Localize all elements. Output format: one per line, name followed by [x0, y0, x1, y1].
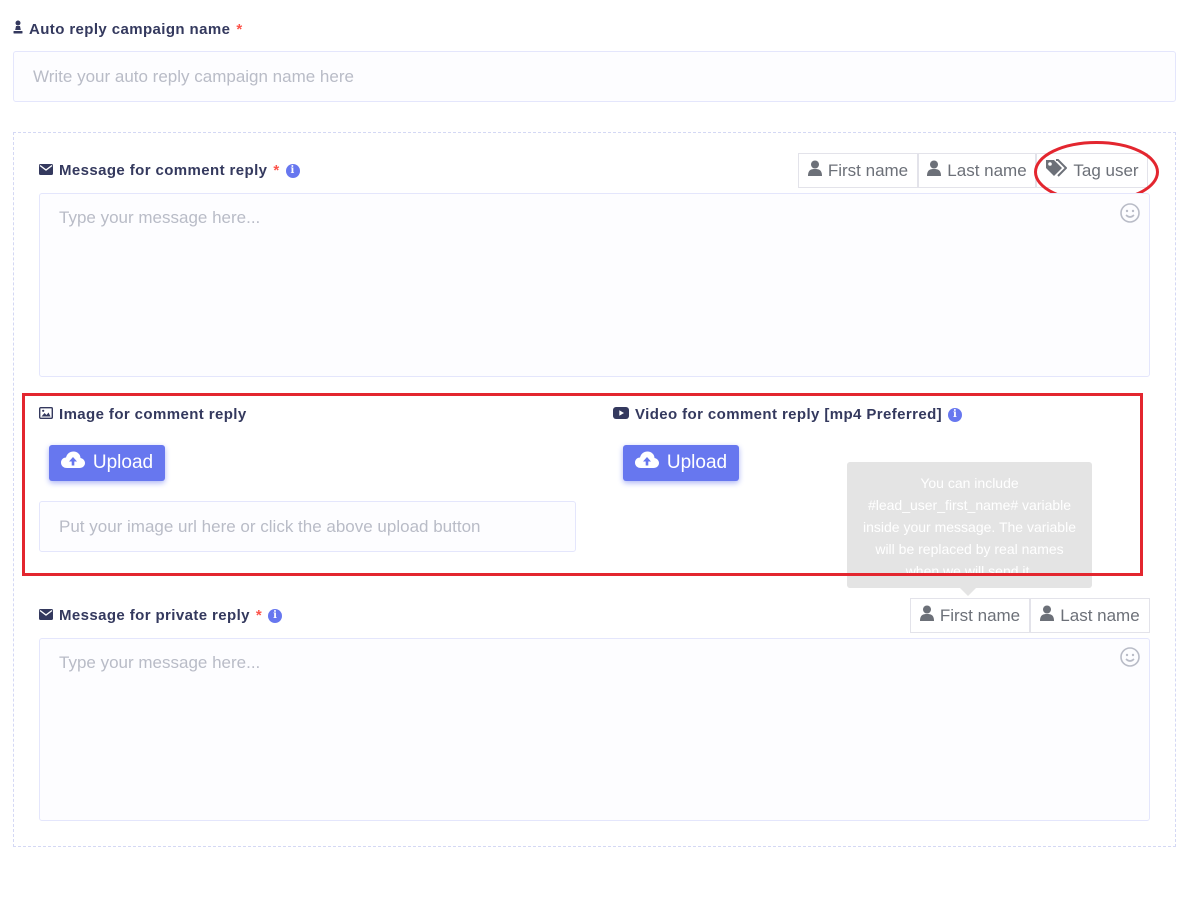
comment-reply-label: Message for comment reply * i — [39, 162, 300, 179]
envelope-icon — [39, 162, 53, 179]
envelope-icon — [39, 607, 53, 624]
smile-icon[interactable] — [1120, 647, 1140, 672]
private-reply-label: Message for private reply * i — [39, 607, 283, 624]
info-icon[interactable]: i — [285, 163, 300, 178]
smile-icon[interactable] — [1120, 203, 1140, 228]
last-name-button[interactable]: Last name — [918, 153, 1036, 188]
comment-reply-textarea[interactable]: Type your message here... — [39, 193, 1150, 377]
user-icon — [1040, 605, 1055, 626]
user-icon — [919, 605, 934, 626]
private-reply-textarea[interactable]: Type your message here... — [39, 638, 1150, 821]
annotation-rectangle — [22, 393, 1143, 576]
info-icon[interactable]: i — [268, 608, 283, 623]
campaign-name-input[interactable]: Write your auto reply campaign name here — [13, 51, 1176, 102]
chess-pawn-icon — [13, 20, 23, 38]
private-first-name-button[interactable]: First name — [910, 598, 1030, 633]
campaign-name-label: Auto reply campaign name * — [13, 20, 243, 38]
user-icon — [927, 160, 942, 181]
private-last-name-button[interactable]: Last name — [1030, 598, 1150, 633]
tooltip-arrow — [960, 588, 976, 596]
user-icon — [807, 160, 822, 181]
required-mark: * — [236, 20, 243, 38]
first-name-button[interactable]: First name — [798, 153, 918, 188]
